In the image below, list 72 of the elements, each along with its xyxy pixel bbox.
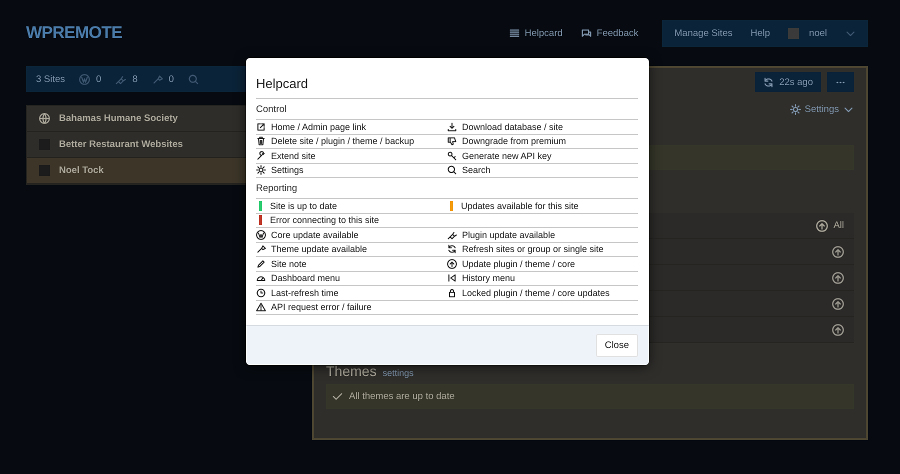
dialog-title: Helpcard bbox=[256, 76, 638, 99]
update-count: 8 bbox=[132, 74, 138, 84]
settings-dropdown[interactable]: Settings bbox=[790, 104, 854, 115]
nav-link[interactable]: Helpcard bbox=[508, 28, 563, 38]
legend-text: Refresh sites or group or single site bbox=[462, 244, 604, 254]
avatar bbox=[788, 28, 800, 38]
site-item[interactable]: Noel Tock bbox=[27, 158, 249, 184]
legend-text: Plugin update available bbox=[462, 230, 556, 240]
w-logo-icon[interactable] bbox=[79, 74, 90, 84]
warning-icon bbox=[256, 302, 266, 312]
legend-text: Downgrade from premium bbox=[462, 136, 566, 146]
download-icon bbox=[447, 122, 457, 132]
legend-text: API request error / failure bbox=[271, 302, 372, 312]
status-text: All themes are up to date bbox=[349, 391, 455, 402]
legend-text: Core update available bbox=[271, 230, 359, 240]
wrench-icon bbox=[256, 150, 266, 161]
refresh-button[interactable]: 22s ago bbox=[755, 72, 821, 92]
favicon-icon bbox=[39, 165, 50, 176]
update-count: 0 bbox=[168, 74, 174, 84]
chat-bubbles-icon bbox=[580, 28, 592, 38]
plug-icon[interactable] bbox=[115, 74, 126, 84]
menu-item[interactable]: Help bbox=[750, 28, 770, 38]
sites-count[interactable]: 3 Sites bbox=[36, 74, 66, 84]
close-button[interactable]: Close bbox=[596, 334, 638, 357]
legend-text: Extend site bbox=[271, 150, 316, 161]
update-all-button[interactable]: All bbox=[816, 220, 844, 232]
plug-icon bbox=[447, 230, 457, 240]
thumbs-down-icon bbox=[447, 136, 457, 146]
refresh-icon bbox=[763, 76, 774, 88]
refresh-icon bbox=[447, 244, 457, 254]
legend-text: History menu bbox=[462, 273, 516, 284]
legend-text: Locked plugin / theme / core updates bbox=[462, 288, 610, 298]
legend-text: Error connecting to this site bbox=[270, 215, 380, 226]
logo[interactable]: WPREMOTE bbox=[26, 23, 122, 43]
legend-text: Settings bbox=[271, 165, 304, 176]
w-logo-icon bbox=[256, 230, 266, 240]
legend-text: Search bbox=[462, 165, 491, 176]
nav-link[interactable]: Feedback bbox=[580, 28, 638, 38]
legend-text: Download database / site bbox=[462, 122, 564, 132]
legend-text: Home / Admin page link bbox=[271, 122, 366, 132]
legend-text: Generate new API key bbox=[462, 150, 552, 161]
legend-text: Theme update available bbox=[271, 244, 368, 254]
user-menu[interactable]: noel bbox=[809, 28, 827, 38]
menu-item[interactable]: Manage Sites bbox=[674, 28, 732, 38]
globe-icon bbox=[39, 113, 50, 124]
settings-icon bbox=[790, 104, 801, 115]
check-icon bbox=[332, 391, 343, 402]
brush-icon bbox=[256, 244, 266, 254]
section-title: Themes bbox=[326, 363, 377, 379]
legend-text: Delete site / plugin / theme / backup bbox=[271, 136, 414, 146]
update-count: 0 bbox=[96, 74, 102, 84]
clock-icon bbox=[256, 288, 266, 298]
legend-text: Dashboard menu bbox=[271, 273, 340, 284]
trash-icon bbox=[256, 136, 266, 146]
legend-text: Last-refresh time bbox=[271, 288, 339, 298]
search-icon[interactable] bbox=[188, 74, 199, 84]
legend-text: Site note bbox=[271, 258, 307, 269]
search-icon bbox=[447, 165, 457, 176]
lock-icon bbox=[447, 288, 457, 298]
settings-icon bbox=[256, 165, 266, 176]
legend-text: Updates available for this site bbox=[461, 200, 579, 211]
skip-back-icon bbox=[447, 273, 457, 284]
list-icon bbox=[508, 28, 520, 38]
settings-link[interactable]: settings bbox=[382, 368, 414, 378]
section-heading: Reporting bbox=[256, 178, 638, 199]
external-link-icon bbox=[256, 122, 266, 132]
legend-text: Site is up to date bbox=[270, 200, 338, 211]
pencil-icon bbox=[256, 258, 266, 269]
brush-icon[interactable] bbox=[152, 74, 163, 84]
section-heading: Control bbox=[256, 99, 638, 120]
key-icon bbox=[447, 150, 457, 161]
legend-text: Update plugin / theme / core bbox=[462, 258, 576, 269]
